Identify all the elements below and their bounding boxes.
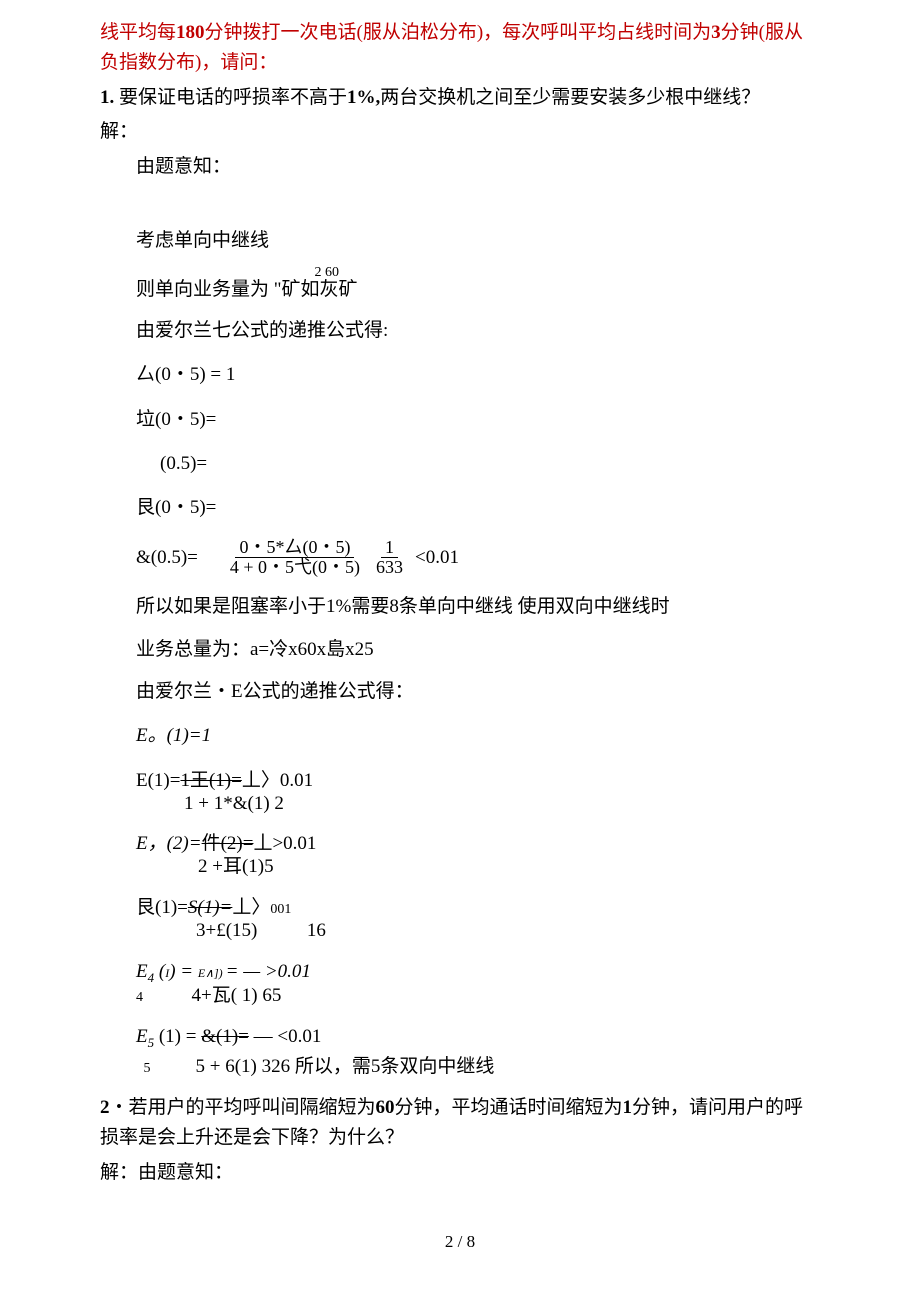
E0-E: E <box>136 725 148 746</box>
traffic-text: 则单向业务量为 "矿如灰矿 <box>136 280 358 299</box>
q2-number: 2 <box>100 1097 110 1118</box>
E5-den: 5 + 6(1) 326 所以，需5条双向中继线 <box>196 1056 495 1077</box>
frac-1: 0・5*厶(0・5) 4 + 0・5弋(0・5) <box>226 538 364 579</box>
q2-60: 60 <box>376 1097 395 1118</box>
E1-tail: 丄〉0.01 <box>242 770 313 791</box>
q1-text-a: 要保证电话的呼损率不高于 <box>119 87 347 108</box>
E3-lhs: 艮(1)= <box>136 897 188 918</box>
eq-E5: E5 (1) = &(1)= — <0.01 5 5 + 6(1) 326 所以… <box>136 1022 820 1079</box>
E5-mid: (1) = <box>154 1026 201 1047</box>
frac2-den: 633 <box>372 558 407 578</box>
intro-text-2: 分钟拨打一次电话(服从泊松分布)，每次呼叫平均占线时间为 <box>205 22 712 43</box>
eq-e2: (0.5)= <box>160 449 820 479</box>
eq-e4-frac: &(0.5)= 0・5*厶(0・5) 4 + 0・5弋(0・5) 1 633 <… <box>136 538 820 579</box>
frac2-num: 1 <box>381 538 398 559</box>
line-given: 由题意知： <box>100 152 820 182</box>
E0-dot: 。 <box>148 725 167 746</box>
answer-label: 解： <box>100 117 820 147</box>
frac-2: 1 633 <box>372 538 407 579</box>
q2-text-b: 分钟，平均通话时间缩短为 <box>395 1097 623 1118</box>
E4-sup: E∧]) <box>198 966 226 980</box>
E2-strike: 件(2)= <box>202 833 254 854</box>
line-conclusion-8: 所以如果是阻塞率小于1%需要8条单向中继线 使用双向中继线时 <box>100 592 820 622</box>
e4-lhs: &(0.5)= <box>136 543 198 573</box>
E4-E: E <box>136 961 148 982</box>
answer-2: 解：由题意知： <box>100 1158 820 1188</box>
line-erlang-recur: 由爱尔兰七公式的递推公式得: <box>100 316 820 346</box>
eq-E3: 艮(1)=S(1)=丄〉001 3+£(15) 16 <box>136 893 820 943</box>
question-2: 2・若用户的平均呼叫间隔缩短为60分钟，平均通话时间缩短为1分钟，请问用户的呼损… <box>100 1093 820 1154</box>
E2-lhs: E，(2)= <box>136 833 202 854</box>
E4-den: 4+瓦( 1) 65 <box>192 985 282 1006</box>
E1-den: 1 + 1*&(1) 2 <box>136 793 284 816</box>
E5-E: E <box>136 1026 148 1047</box>
q2-text-a: ・若用户的平均呼叫间隔缩短为 <box>110 1097 376 1118</box>
eq-e3: 艮(0・5)= <box>136 493 820 523</box>
E5-tail: — <0.01 <box>249 1026 321 1047</box>
q1-text-b: 两台交换机之间至少需要安装多少根中继线？ <box>380 87 760 108</box>
q1-percent: 1%, <box>347 87 380 108</box>
q1-number: 1. <box>100 87 114 108</box>
E3-tail: 丄〉 <box>232 897 270 918</box>
problem-intro: 线平均每180分钟拨打一次电话(服从泊松分布)，每次呼叫平均占线时间为3分钟(服… <box>100 18 820 79</box>
E4-close: ) = <box>169 961 198 982</box>
E3-strike: S(1)= <box>188 897 232 918</box>
E3-den: 3+£(15) <box>196 920 257 941</box>
e4-tail: <0.01 <box>415 543 459 573</box>
eq-E4: E4 (I) = E∧]) = — >0.01 4 4+瓦( 1) 65 <box>136 957 820 1008</box>
intro-num-180: 180 <box>176 22 205 43</box>
frac1-num: 0・5*厶(0・5) <box>235 538 354 559</box>
eq-E2: E，(2)=件(2)=丄>0.01 2 +耳(1)5 <box>136 829 820 879</box>
line-total-traffic: 业务总量为：a=冷x60x島x25 <box>100 635 820 665</box>
E4-tail: = — >0.01 <box>226 961 311 982</box>
E1-lhs: E(1)= <box>136 770 180 791</box>
E3-001: 001 <box>270 902 291 917</box>
eq-e0: 厶(0・5) = 1 <box>136 360 820 390</box>
E3-16: 16 <box>307 920 326 941</box>
E1-strike: 1王(1)= <box>180 770 241 791</box>
eq-e1: 垃(0・5)= <box>136 405 820 435</box>
E2-den: 2 +耳(1)5 <box>136 856 274 879</box>
E0-rest: (1)=1 <box>167 725 211 746</box>
line-consider: 考虑单向中继线 <box>100 226 820 256</box>
intro-num-3: 3 <box>711 22 721 43</box>
question-1: 1. 要保证电话的呼损率不高于1%,两台交换机之间至少需要安装多少根中继线？ <box>100 83 820 113</box>
E4-left4: 4 <box>136 990 154 1007</box>
E5-left5: 5 <box>136 1061 158 1078</box>
intro-text-1: 线平均每 <box>100 22 176 43</box>
q2-1: 1 <box>623 1097 633 1118</box>
E2-tail: 丄>0.01 <box>253 833 316 854</box>
E5-strike: &(1)= <box>201 1026 249 1047</box>
page-number: 2 / 8 <box>100 1228 820 1255</box>
frac1-den: 4 + 0・5弋(0・5) <box>226 558 364 578</box>
line-erlang-e: 由爱尔兰・E公式的递推公式得： <box>100 677 820 707</box>
eq-E0-1: E。(1)=1 <box>136 721 820 751</box>
E4-open: ( <box>154 961 165 982</box>
eq-E1: E(1)=1王(1)=丄〉0.01 1 + 1*&(1) 2 <box>136 766 820 816</box>
line-traffic: 2 60 则单向业务量为 "矿如灰矿 <box>100 266 820 305</box>
